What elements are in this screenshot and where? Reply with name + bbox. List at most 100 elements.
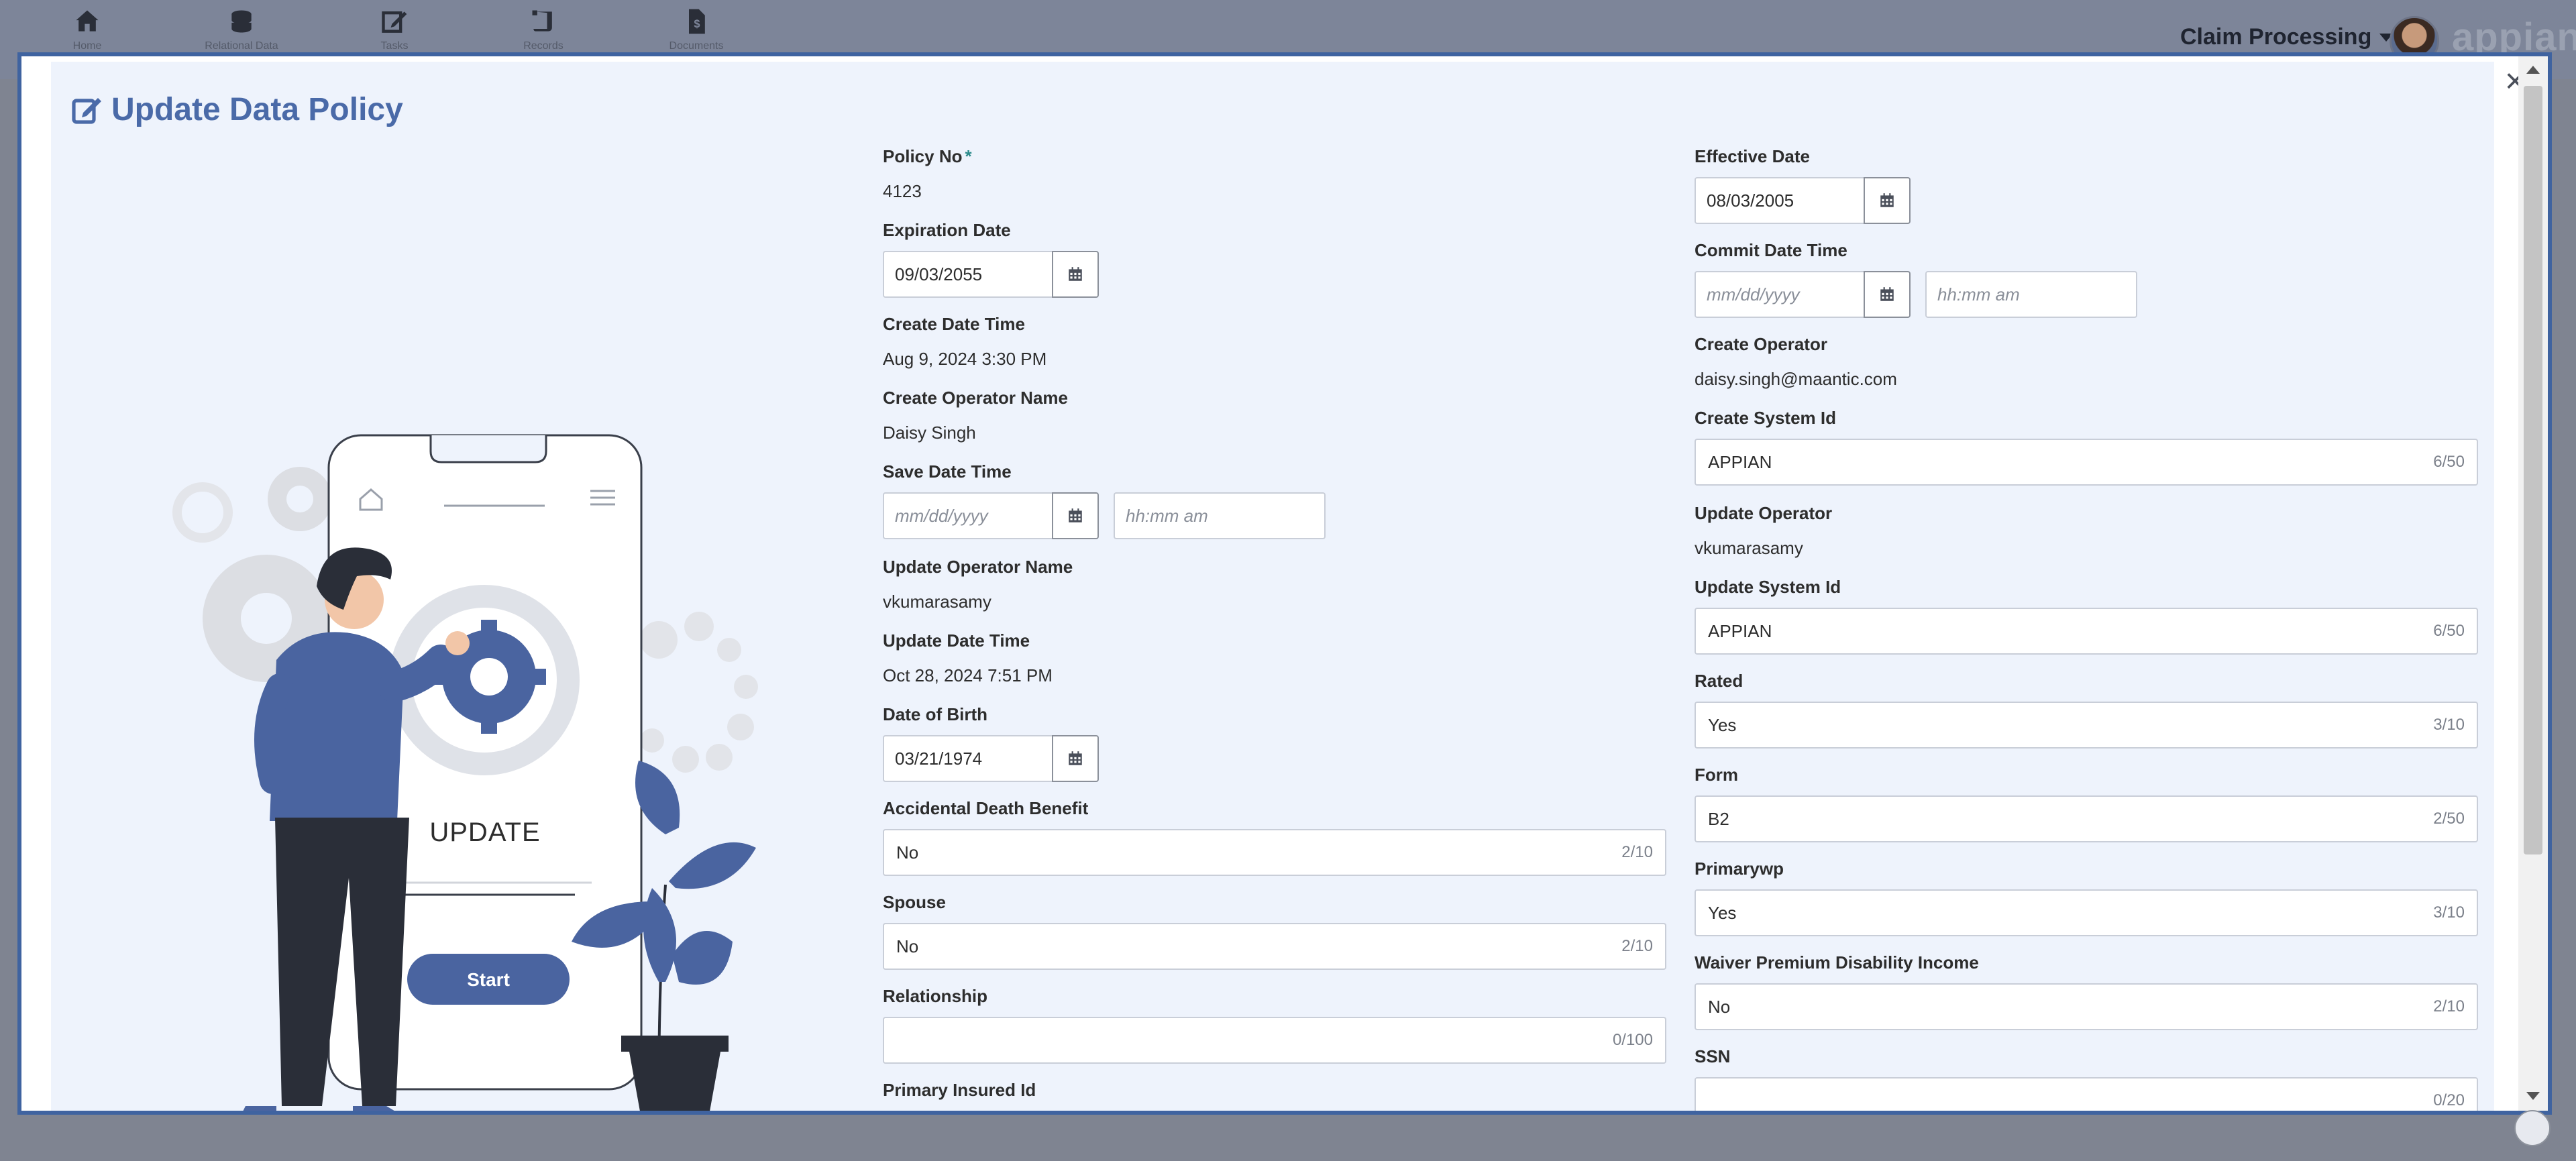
calendar-button[interactable] bbox=[1052, 251, 1099, 298]
policy-no-label: Policy No * bbox=[883, 146, 972, 166]
update-operator-name-value: vkumarasamy bbox=[883, 592, 991, 612]
character-count: 2/10 bbox=[1621, 937, 1653, 955]
edit-icon bbox=[382, 11, 407, 33]
nav-label: Tasks bbox=[380, 40, 409, 52]
effective-date-input[interactable] bbox=[1695, 177, 1864, 224]
nav-label: Documents bbox=[669, 40, 724, 52]
effective-date-label: Effective Date bbox=[1695, 146, 1810, 166]
save-date-picker bbox=[883, 492, 1099, 539]
update-system-id-input[interactable] bbox=[1708, 620, 2434, 642]
update-operator-name-label: Update Operator Name bbox=[883, 557, 1073, 577]
create-operator-label: Create Operator bbox=[1695, 334, 1827, 354]
update-system-id-field: 6/50 bbox=[1695, 608, 2478, 655]
scrollbar-thumb[interactable] bbox=[2524, 86, 2542, 854]
character-count: 6/50 bbox=[2433, 622, 2465, 640]
update-data-policy-dialog: × Update Data Policy UPDATE Start Policy… bbox=[17, 52, 2552, 1115]
accidental-death-benefit-input[interactable] bbox=[896, 842, 1622, 863]
create-date-time-label: Create Date Time bbox=[883, 314, 1025, 334]
rated-field: 3/10 bbox=[1695, 702, 2478, 749]
scroll-down-icon[interactable] bbox=[2526, 1092, 2540, 1100]
spouse-field: 2/10 bbox=[883, 923, 1666, 970]
character-count: 6/50 bbox=[2433, 453, 2465, 471]
app-switcher-label: Claim Processing bbox=[2180, 24, 2372, 50]
app-switcher-menu[interactable]: Claim Processing bbox=[2180, 24, 2394, 50]
update-operator-value: vkumarasamy bbox=[1695, 538, 1803, 558]
database-icon bbox=[231, 10, 252, 33]
spouse-input[interactable] bbox=[896, 936, 1622, 957]
date-of-birth-picker bbox=[883, 735, 1099, 782]
calendar-button[interactable] bbox=[1864, 271, 1911, 318]
background-page bbox=[0, 1113, 2576, 1161]
rated-input[interactable] bbox=[1708, 714, 2434, 736]
character-count: 2/50 bbox=[2433, 810, 2465, 828]
ssn-input[interactable] bbox=[1708, 1090, 2434, 1111]
start-button-text: Start bbox=[467, 969, 510, 990]
accidental-death-benefit-label: Accidental Death Benefit bbox=[883, 798, 1089, 818]
rated-label: Rated bbox=[1695, 671, 1743, 691]
save-date-input[interactable] bbox=[883, 492, 1052, 539]
ssn-field: 0/20 bbox=[1695, 1077, 2478, 1111]
create-system-id-input[interactable] bbox=[1708, 451, 2434, 473]
commit-date-picker bbox=[1695, 271, 1911, 318]
date-of-birth-label: Date of Birth bbox=[883, 704, 987, 724]
effective-date-picker bbox=[1695, 177, 1911, 224]
update-system-id-label: Update System Id bbox=[1695, 577, 1841, 597]
commit-date-time-label: Commit Date Time bbox=[1695, 240, 1847, 260]
commit-date-input[interactable] bbox=[1695, 271, 1864, 318]
create-system-id-field: 6/50 bbox=[1695, 439, 2478, 486]
relationship-input[interactable] bbox=[896, 1030, 1613, 1051]
character-count: 2/10 bbox=[2433, 997, 2465, 1015]
nav-label: Home bbox=[72, 40, 102, 52]
nav-label: Records bbox=[523, 40, 564, 52]
create-operator-name-value: Daisy Singh bbox=[883, 423, 976, 443]
calendar-icon bbox=[1069, 751, 1082, 765]
primarywp-field: 3/10 bbox=[1695, 889, 2478, 936]
update-operator-label: Update Operator bbox=[1695, 503, 1833, 523]
character-count: 0/20 bbox=[2433, 1091, 2465, 1109]
scroll-up-icon[interactable] bbox=[2526, 66, 2540, 74]
relationship-label: Relationship bbox=[883, 986, 988, 1006]
create-system-id-label: Create System Id bbox=[1695, 408, 1836, 428]
cursor-indicator bbox=[2514, 1110, 2551, 1146]
character-count: 3/10 bbox=[2433, 716, 2465, 734]
calendar-button[interactable] bbox=[1052, 735, 1099, 782]
commit-time-input[interactable] bbox=[1925, 271, 2137, 318]
calendar-icon bbox=[1069, 267, 1082, 281]
dialog-title-text: Update Data Policy bbox=[111, 92, 403, 127]
form-input[interactable] bbox=[1708, 808, 2434, 830]
character-count: 3/10 bbox=[2433, 903, 2465, 922]
decorative-dots bbox=[640, 612, 758, 773]
document-icon: $ bbox=[689, 9, 705, 34]
phone-screen-text: UPDATE bbox=[429, 818, 540, 847]
save-time-input[interactable] bbox=[1114, 492, 1326, 539]
form-label: Form bbox=[1695, 765, 1738, 785]
form-field: 2/50 bbox=[1695, 795, 2478, 842]
create-date-time-value: Aug 9, 2024 3:30 PM bbox=[883, 349, 1047, 369]
update-date-time-value: Oct 28, 2024 7:51 PM bbox=[883, 665, 1053, 685]
policy-no-value: 4123 bbox=[883, 181, 922, 201]
save-date-time-label: Save Date Time bbox=[883, 461, 1012, 482]
dialog-title: Update Data Policy bbox=[71, 91, 403, 128]
update-date-time-label: Update Date Time bbox=[883, 630, 1030, 651]
expiration-date-input[interactable] bbox=[883, 251, 1052, 298]
create-operator-name-label: Create Operator Name bbox=[883, 388, 1068, 408]
waiver-premium-label: Waiver Premium Disability Income bbox=[1695, 952, 1979, 973]
calendar-icon bbox=[1880, 287, 1894, 301]
scroll-icon bbox=[532, 10, 552, 32]
dialog-scrollbar[interactable] bbox=[2518, 56, 2548, 1111]
required-marker: * bbox=[965, 146, 972, 166]
expiration-date-picker bbox=[883, 251, 1099, 298]
waiver-premium-input[interactable] bbox=[1708, 996, 2434, 1017]
edit-icon bbox=[72, 97, 101, 124]
calendar-button[interactable] bbox=[1864, 177, 1911, 224]
calendar-button[interactable] bbox=[1052, 492, 1099, 539]
primarywp-input[interactable] bbox=[1708, 902, 2434, 924]
home-icon bbox=[76, 10, 99, 32]
date-of-birth-input[interactable] bbox=[883, 735, 1052, 782]
relationship-field: 0/100 bbox=[883, 1017, 1666, 1064]
nav-label: Relational Data bbox=[205, 40, 278, 52]
primarywp-label: Primarywp bbox=[1695, 859, 1784, 879]
calendar-icon bbox=[1069, 508, 1082, 522]
ssn-label: SSN bbox=[1695, 1046, 1731, 1066]
character-count: 2/10 bbox=[1621, 843, 1653, 861]
